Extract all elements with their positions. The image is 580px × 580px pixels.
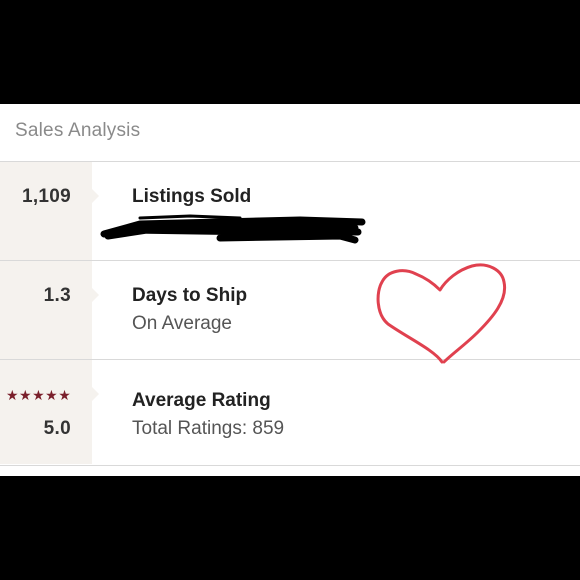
total-ratings-subtitle: Total Ratings: 859: [132, 418, 285, 439]
average-rating-label: Average Rating: [132, 390, 271, 411]
panel-title: Sales Analysis: [15, 120, 141, 141]
star-rating-icon: ★★★★★: [6, 387, 72, 403]
listings-sold-value: 1,109: [21, 186, 71, 207]
stat-row-average-rating: ★★★★★ 5.0 Average Rating Total Ratings: …: [0, 360, 580, 464]
days-to-ship-subtitle: On Average: [132, 313, 233, 334]
panel-bottom-divider: [0, 465, 580, 466]
redaction-scribble: [100, 214, 366, 244]
panel-header: Sales Analysis: [0, 104, 580, 162]
days-to-ship-label: Days to Ship: [132, 285, 248, 306]
stat-column: 1,109: [0, 162, 99, 260]
heart-doodle-icon: [376, 263, 507, 364]
stat-column: 1.3: [0, 261, 99, 359]
average-rating-value: 5.0: [43, 418, 71, 439]
stat-column: ★★★★★ 5.0: [0, 360, 99, 464]
listings-sold-label: Listings Sold: [132, 186, 252, 207]
days-to-ship-value: 1.3: [43, 285, 71, 306]
stat-row-listings-sold: 1,109 Listings Sold: [0, 162, 580, 261]
